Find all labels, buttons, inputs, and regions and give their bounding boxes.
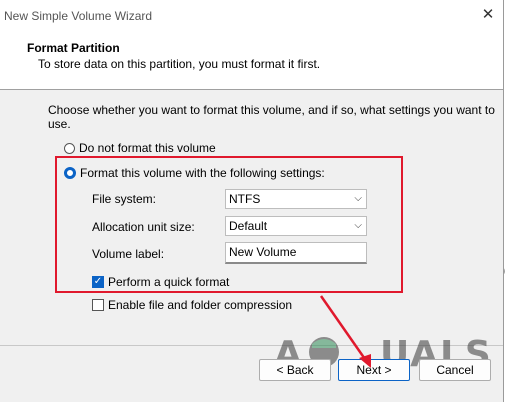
radio-format[interactable]: Format this volume with the following se… [64,166,325,180]
quick-format-checkbox[interactable]: ✓ Perform a quick format [92,275,229,289]
radio-no-format-label: Do not format this volume [79,141,216,155]
cancel-button[interactable]: Cancel [419,359,491,381]
page-title: Format Partition [27,41,120,55]
compression-checkbox[interactable]: Enable file and folder compression [92,298,292,312]
page-subtitle: To store data on this partition, you mus… [38,57,321,71]
radio-no-format[interactable]: Do not format this volume [64,141,216,155]
compression-label: Enable file and folder compression [108,298,293,312]
close-icon[interactable]: ✕ [476,4,500,26]
checkbox-icon[interactable] [92,299,104,311]
file-system-value: NTFS [229,192,261,206]
volume-label-value: New Volume [229,245,297,259]
arrow-annotation-icon [319,295,371,368]
allocation-label: Allocation unit size: [92,220,195,234]
volume-label-input[interactable]: New Volume [225,242,367,264]
volume-label-label: Volume label: [92,247,165,261]
radio-format-icon[interactable] [64,167,76,179]
chevron-down-icon: ⌵ [354,193,362,204]
checkmark-icon[interactable]: ✓ [92,276,104,288]
wizard-header: Format Partition To store data on this p… [0,30,503,90]
intro-text: Choose whether you want to format this v… [48,103,495,131]
window-title: New Simple Volume Wizard [4,9,153,23]
radio-no-format-icon[interactable] [64,142,75,154]
file-system-label: File system: [92,192,157,206]
allocation-value: Default [229,219,268,233]
file-system-select[interactable]: NTFS ⌵ [225,189,367,209]
radio-format-label: Format this volume with the following se… [80,166,325,180]
chevron-down-icon: ⌵ [354,220,362,231]
quick-format-label: Perform a quick format [108,275,230,289]
allocation-select[interactable]: Default ⌵ [225,216,367,236]
title-bar: New Simple Volume Wizard ✕ [0,0,503,30]
wizard-dialog: New Simple Volume Wizard ✕ Format Partit… [0,0,504,402]
